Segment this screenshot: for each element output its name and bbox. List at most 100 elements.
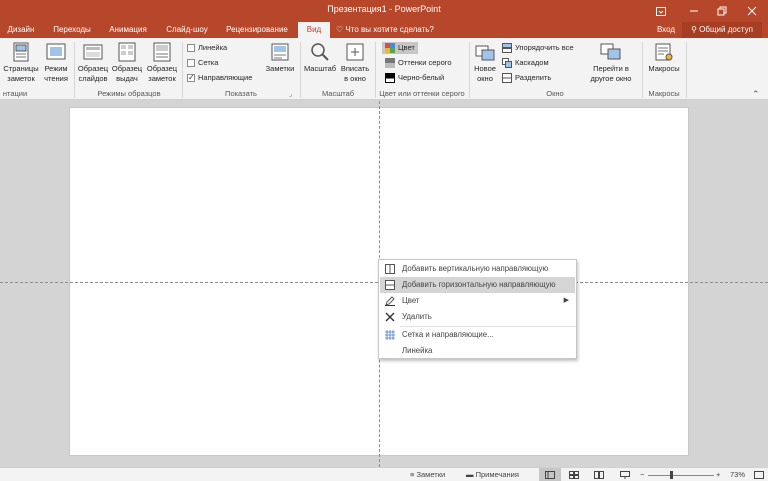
gridlines-checkbox[interactable]: Сетка	[187, 57, 218, 69]
reading-view-status-button[interactable]	[591, 468, 607, 481]
vertical-guide-icon	[385, 264, 395, 274]
status-bar: ≡ Заметки ▬ Примечания − + 73%	[0, 467, 768, 481]
tab-review[interactable]: Рецензирование	[222, 22, 292, 38]
restore-button[interactable]	[708, 0, 736, 22]
grayscale-label: Оттенки серого	[398, 58, 452, 67]
arrange-all-icon	[502, 43, 512, 54]
black-white-button[interactable]: Черно-белый	[385, 72, 444, 84]
comments-toggle[interactable]: ▬ Примечания	[466, 468, 519, 481]
slideshow-button[interactable]	[617, 468, 633, 481]
show-dialog-launcher[interactable]: ⌟	[289, 89, 292, 101]
comments-status-label: Примечания	[475, 470, 519, 479]
delete-guide-item[interactable]: Удалить	[380, 309, 575, 325]
notes-icon	[271, 43, 289, 61]
slide-master-label: Образец слайдов	[77, 64, 109, 83]
notes-master-icon	[153, 42, 171, 62]
group-label-zoom: Масштаб	[321, 89, 355, 98]
arrange-all-label: Упорядочить все	[515, 43, 574, 52]
switch-windows-label: Перейти в другое окно	[590, 64, 632, 83]
group-label-macros: Макросы	[648, 89, 680, 98]
add-horizontal-guide-label: Добавить горизонтальную направляющую	[402, 280, 556, 289]
minimize-button[interactable]	[680, 0, 708, 22]
arrange-all-button[interactable]: Упорядочить все	[502, 42, 574, 54]
macros-button[interactable]: Макросы	[644, 42, 684, 74]
zoom-percent[interactable]: 73%	[730, 468, 745, 481]
zoom-slider-track	[648, 475, 714, 476]
cascade-button[interactable]: Каскадом	[502, 57, 549, 69]
delete-icon	[385, 312, 395, 322]
group-separator	[74, 42, 75, 98]
add-horizontal-guide-item[interactable]: Добавить горизонтальную направляющую	[380, 277, 575, 293]
tab-transitions[interactable]: Переходы	[50, 22, 94, 38]
notes-master-button[interactable]: Образец заметок	[144, 42, 180, 84]
zoom-slider-thumb[interactable]	[670, 471, 673, 479]
close-icon	[747, 6, 757, 16]
group-label-masters: Режимы образцов	[97, 89, 161, 98]
color-button[interactable]: Цвет	[382, 42, 418, 54]
reading-view-button[interactable]: Режим чтения	[40, 42, 72, 84]
gridlines-label: Сетка	[198, 58, 219, 67]
signin-link[interactable]: Вход	[654, 22, 678, 38]
title-bar: Презентация1 - PowerPoint	[0, 0, 768, 22]
tab-slideshow[interactable]: Слайд-шоу	[162, 22, 212, 38]
comment-icon: ▬	[466, 470, 474, 479]
split-button[interactable]: Разделить	[502, 72, 551, 84]
black-white-icon	[385, 73, 395, 84]
split-icon	[502, 73, 512, 84]
cascade-icon	[502, 58, 512, 69]
grid-and-guides-item[interactable]: Сетка и направляющие...	[380, 327, 575, 343]
horizontal-guide-icon	[385, 280, 395, 290]
fit-to-window-button[interactable]: Вписать в окно	[338, 42, 372, 84]
ruler-item[interactable]: Линейка	[380, 343, 575, 359]
notes-page-button[interactable]: Страницы заметок	[2, 42, 40, 84]
pencil-icon	[385, 296, 395, 306]
handout-master-button[interactable]: Образец выдач	[110, 42, 144, 84]
zoom-slider[interactable]	[648, 468, 714, 481]
gridlines-check-icon	[187, 59, 195, 68]
tab-design[interactable]: Дизайн	[6, 22, 36, 38]
ruler-check-icon	[187, 44, 195, 53]
guide-color-item[interactable]: Цвет ▶	[380, 293, 575, 309]
minimize-icon	[690, 10, 698, 12]
ribbon-display-options-button[interactable]	[647, 0, 675, 22]
collapse-ribbon-icon[interactable]: ⌃	[752, 88, 760, 100]
group-separator	[686, 42, 687, 98]
guides-check-icon	[187, 72, 195, 84]
group-label-window: Окно	[546, 89, 564, 98]
switch-windows-button[interactable]: Перейти в другое окно	[584, 42, 638, 84]
normal-view-button[interactable]	[539, 468, 561, 481]
group-separator	[642, 42, 643, 98]
group-label-color: Цвет или оттенки серого	[379, 89, 465, 98]
notes-status-label: Заметки	[416, 470, 446, 479]
slide-master-icon	[83, 44, 103, 60]
new-window-button[interactable]: Новое окно	[471, 42, 499, 84]
grid-icon	[385, 330, 395, 340]
ruler-checkbox[interactable]: Линейка	[187, 42, 227, 54]
zoom-out-button[interactable]: −	[640, 468, 644, 481]
tell-me-text: Что вы хотите сделать?	[345, 25, 434, 34]
ribbon-options-icon	[656, 6, 666, 16]
share-button[interactable]: ⚲ Общий доступ	[682, 22, 762, 38]
ruler-menu-label: Линейка	[402, 346, 433, 355]
macros-label: Макросы	[648, 64, 680, 73]
slide-master-button[interactable]: Образец слайдов	[76, 42, 110, 84]
fit-slide-button[interactable]	[754, 468, 764, 481]
macros-icon	[655, 43, 673, 61]
book-icon	[594, 471, 604, 480]
grayscale-button[interactable]: Оттенки серого	[385, 57, 452, 69]
delete-guide-label: Удалить	[402, 312, 432, 321]
person-icon: ⚲	[691, 25, 697, 34]
zoom-in-button[interactable]: +	[716, 468, 720, 481]
close-button[interactable]	[738, 0, 766, 22]
guides-checkbox[interactable]: Направляющие	[187, 72, 252, 84]
slide-sorter-button[interactable]	[566, 468, 582, 481]
notes-button[interactable]: Заметки	[262, 42, 298, 74]
ruler-label: Линейка	[198, 43, 228, 52]
tab-animation[interactable]: Анимация	[104, 22, 152, 38]
tab-view[interactable]: Вид	[298, 22, 330, 38]
notes-toggle[interactable]: ≡ Заметки	[410, 468, 445, 481]
tell-me-box[interactable]: ♡ Что вы хотите сделать?	[336, 22, 440, 38]
add-vertical-guide-item[interactable]: Добавить вертикальную направляющую	[380, 261, 575, 277]
notes-label: Заметки	[265, 64, 295, 73]
zoom-button[interactable]: Масштаб	[302, 42, 338, 74]
